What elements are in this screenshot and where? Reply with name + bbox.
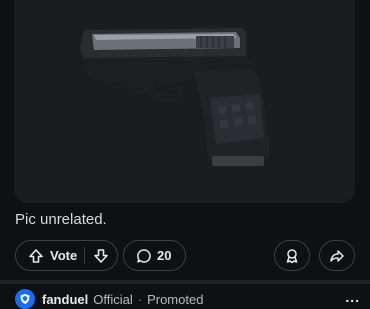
post-caption: Pic unrelated. — [15, 211, 107, 228]
vote-label: Vote — [50, 248, 78, 263]
advertiser-name[interactable]: fanduel — [42, 292, 88, 307]
award-button[interactable] — [274, 240, 310, 271]
vote-control: Vote — [15, 240, 118, 271]
award-icon — [284, 248, 300, 264]
pistol-image — [80, 28, 270, 166]
share-icon — [329, 248, 345, 264]
comments-button[interactable]: 20 — [123, 240, 186, 271]
comment-bubble-icon — [136, 248, 152, 264]
share-button[interactable] — [319, 240, 355, 271]
post-divider — [0, 280, 370, 284]
promoted-label: Promoted — [147, 291, 204, 307]
comment-count: 20 — [157, 248, 172, 263]
arrow-up-icon[interactable] — [22, 248, 50, 264]
fanduel-shield-logo[interactable] — [15, 289, 35, 309]
more-options-icon[interactable]: ... — [345, 289, 360, 305]
official-badge: Official — [93, 291, 133, 307]
post-image[interactable] — [14, 0, 355, 203]
meta-separator: · — [137, 291, 143, 307]
promoted-post-header: fanduel Official · Promoted ... — [15, 289, 360, 309]
arrow-down-icon[interactable] — [85, 248, 117, 264]
